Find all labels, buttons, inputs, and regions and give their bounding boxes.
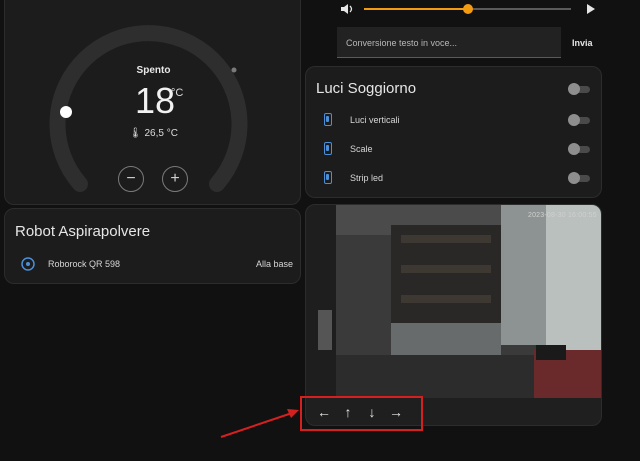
thermostat-card: Spento 18 °C 🌡 26,5 °C − + <box>4 0 301 205</box>
vacuum-device-name[interactable]: Roborock QR 598 <box>48 259 120 269</box>
light-switch-icon[interactable] <box>324 171 332 184</box>
volume-icon[interactable] <box>340 3 354 15</box>
vacuum-title: Robot Aspirapolvere <box>15 223 151 240</box>
light-item-label[interactable]: Strip led <box>350 173 383 183</box>
light-switch-icon[interactable] <box>324 113 332 126</box>
thermostat-mode: Spento <box>136 65 171 76</box>
increase-temp-button[interactable]: + <box>162 166 188 192</box>
volume-slider[interactable] <box>364 4 571 14</box>
light-item-label[interactable]: Luci verticali <box>350 115 400 125</box>
plus-icon: + <box>170 170 180 187</box>
current-temperature-value: 26,5 °C <box>144 128 178 139</box>
decrease-temp-button[interactable]: − <box>118 166 144 192</box>
light-toggle-scale[interactable] <box>568 143 590 155</box>
dial-knob <box>60 106 72 118</box>
annotation-arrow-icon <box>220 409 299 438</box>
target-temperature: 18 <box>134 80 176 121</box>
play-icon[interactable] <box>586 4 596 14</box>
camera-card: 2023-08-30 16:00:55 ← ↑ ↓ → <box>305 204 602 426</box>
text-to-speech-input[interactable]: Conversione testo in voce... <box>337 27 561 58</box>
thermometer-icon: 🌡 <box>129 128 142 139</box>
camera-timestamp: 2023-08-30 16:00:55 <box>528 212 597 219</box>
highlight-box <box>300 396 423 431</box>
vacuum-status: Alla base <box>256 259 294 269</box>
robot-vacuum-icon[interactable] <box>21 257 35 271</box>
volume-slider-knob[interactable] <box>462 4 473 14</box>
send-button[interactable]: Invia <box>572 38 593 48</box>
vacuum-card: Robot Aspirapolvere Roborock QR 598 Alla… <box>4 208 301 284</box>
temperature-unit: °C <box>171 87 184 99</box>
minus-icon: − <box>126 170 136 187</box>
lights-card: Luci Soggiorno Luci verticali Scale Stri… <box>305 66 602 198</box>
camera-feed[interactable] <box>306 205 602 426</box>
light-switch-icon[interactable] <box>324 142 332 155</box>
current-temperature: 🌡 26,5 °C <box>5 128 302 139</box>
light-item-label[interactable]: Scale <box>350 144 373 154</box>
light-toggle-strip[interactable] <box>568 172 590 184</box>
volume-slider-fill <box>364 8 468 10</box>
light-toggle-verticali[interactable] <box>568 114 590 126</box>
lights-group-toggle[interactable] <box>568 83 590 95</box>
lights-title: Luci Soggiorno <box>316 80 417 97</box>
